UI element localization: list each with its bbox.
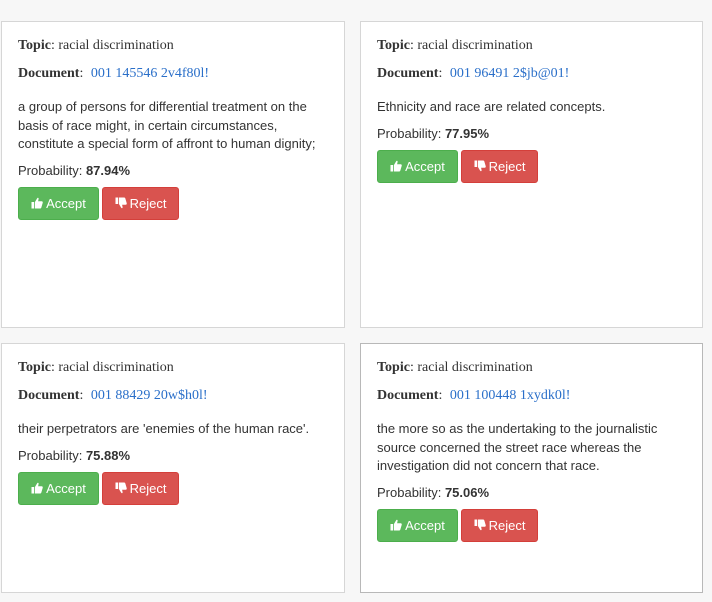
- document-excerpt: Ethnicity and race are related concepts.: [377, 99, 606, 114]
- topic-line: Topic: racial discrimination: [377, 38, 533, 53]
- document-link[interactable]: 001 96491 2$jb@01!: [450, 66, 569, 81]
- action-buttons: Accept Reject: [377, 508, 687, 542]
- reject-label: Reject: [488, 158, 526, 174]
- results-grid: Topic: racial discrimination Document: 0…: [0, 0, 712, 602]
- topic-label: Topic: [18, 38, 51, 53]
- document-link[interactable]: 001 100448 1xydk0l!: [450, 388, 571, 403]
- accept-label: Accept: [405, 517, 445, 533]
- reject-label: Reject: [488, 517, 526, 533]
- result-card: Topic: racial discrimination Document: 0…: [1, 21, 345, 328]
- accept-button[interactable]: Accept: [377, 508, 458, 542]
- thumbs-down-icon: [115, 482, 127, 494]
- accept-button[interactable]: Accept: [18, 186, 99, 220]
- document-label: Document: [18, 388, 80, 403]
- document-excerpt: a group of persons for differential trea…: [18, 99, 316, 151]
- reject-button[interactable]: Reject: [461, 149, 538, 183]
- reject-label: Reject: [129, 480, 167, 496]
- probability-label: Probability:: [18, 447, 83, 463]
- probability-line: Probability: 77.95%: [377, 126, 687, 141]
- accept-label: Accept: [46, 480, 86, 496]
- document-label: Document: [18, 66, 80, 81]
- action-buttons: Accept Reject: [377, 149, 687, 183]
- probability-line: Probability: 87.94%: [18, 163, 329, 178]
- result-card: Topic: racial discrimination Document: 0…: [1, 343, 345, 593]
- topic-label: Topic: [377, 38, 410, 53]
- topic-line: Topic: racial discrimination: [18, 360, 174, 375]
- reject-label: Reject: [129, 195, 167, 211]
- document-line: Document: 001 88429 20w$h0l!: [18, 388, 208, 403]
- thumbs-up-icon: [31, 197, 43, 209]
- accept-button[interactable]: Accept: [377, 149, 458, 183]
- reject-button[interactable]: Reject: [102, 186, 179, 220]
- document-label: Document: [377, 388, 439, 403]
- accept-label: Accept: [405, 158, 445, 174]
- probability-label: Probability:: [377, 125, 442, 141]
- thumbs-up-icon: [390, 160, 402, 172]
- document-excerpt: the more so as the undertaking to the jo…: [377, 421, 658, 473]
- reject-button[interactable]: Reject: [461, 508, 538, 542]
- topic-label: Topic: [18, 360, 51, 375]
- accept-label: Accept: [46, 195, 86, 211]
- result-card: Topic: racial discrimination Document: 0…: [360, 21, 703, 328]
- document-line: Document: 001 100448 1xydk0l!: [377, 388, 571, 403]
- topic-value: racial discrimination: [58, 360, 174, 375]
- document-excerpt: their perpetrators are 'enemies of the h…: [18, 421, 310, 436]
- topic-line: Topic: racial discrimination: [377, 360, 533, 375]
- topic-value: racial discrimination: [417, 38, 533, 53]
- topic-line: Topic: racial discrimination: [18, 38, 174, 53]
- topic-label: Topic: [377, 360, 410, 375]
- document-label: Document: [377, 66, 439, 81]
- probability-label: Probability:: [377, 484, 442, 500]
- document-line: Document: 001 145546 2v4f80l!: [18, 66, 210, 81]
- thumbs-down-icon: [115, 197, 127, 209]
- topic-value: racial discrimination: [58, 38, 174, 53]
- document-line: Document: 001 96491 2$jb@01!: [377, 66, 570, 81]
- action-buttons: Accept Reject: [18, 186, 329, 220]
- document-link[interactable]: 001 145546 2v4f80l!: [91, 66, 209, 81]
- probability-value: 75.88%: [85, 447, 131, 463]
- action-buttons: Accept Reject: [18, 471, 329, 505]
- thumbs-up-icon: [390, 519, 402, 531]
- accept-button[interactable]: Accept: [18, 471, 99, 505]
- thumbs-down-icon: [474, 160, 486, 172]
- probability-label: Probability:: [18, 162, 83, 178]
- thumbs-up-icon: [31, 482, 43, 494]
- probability-value: 75.06%: [444, 484, 490, 500]
- reject-button[interactable]: Reject: [102, 471, 179, 505]
- result-card: Topic: racial discrimination Document: 0…: [360, 343, 703, 593]
- topic-value: racial discrimination: [417, 360, 533, 375]
- thumbs-down-icon: [474, 519, 486, 531]
- probability-line: Probability: 75.06%: [377, 485, 687, 500]
- document-link[interactable]: 001 88429 20w$h0l!: [91, 388, 208, 403]
- probability-value: 77.95%: [444, 125, 490, 141]
- probability-value: 87.94%: [85, 162, 131, 178]
- probability-line: Probability: 75.88%: [18, 448, 329, 463]
